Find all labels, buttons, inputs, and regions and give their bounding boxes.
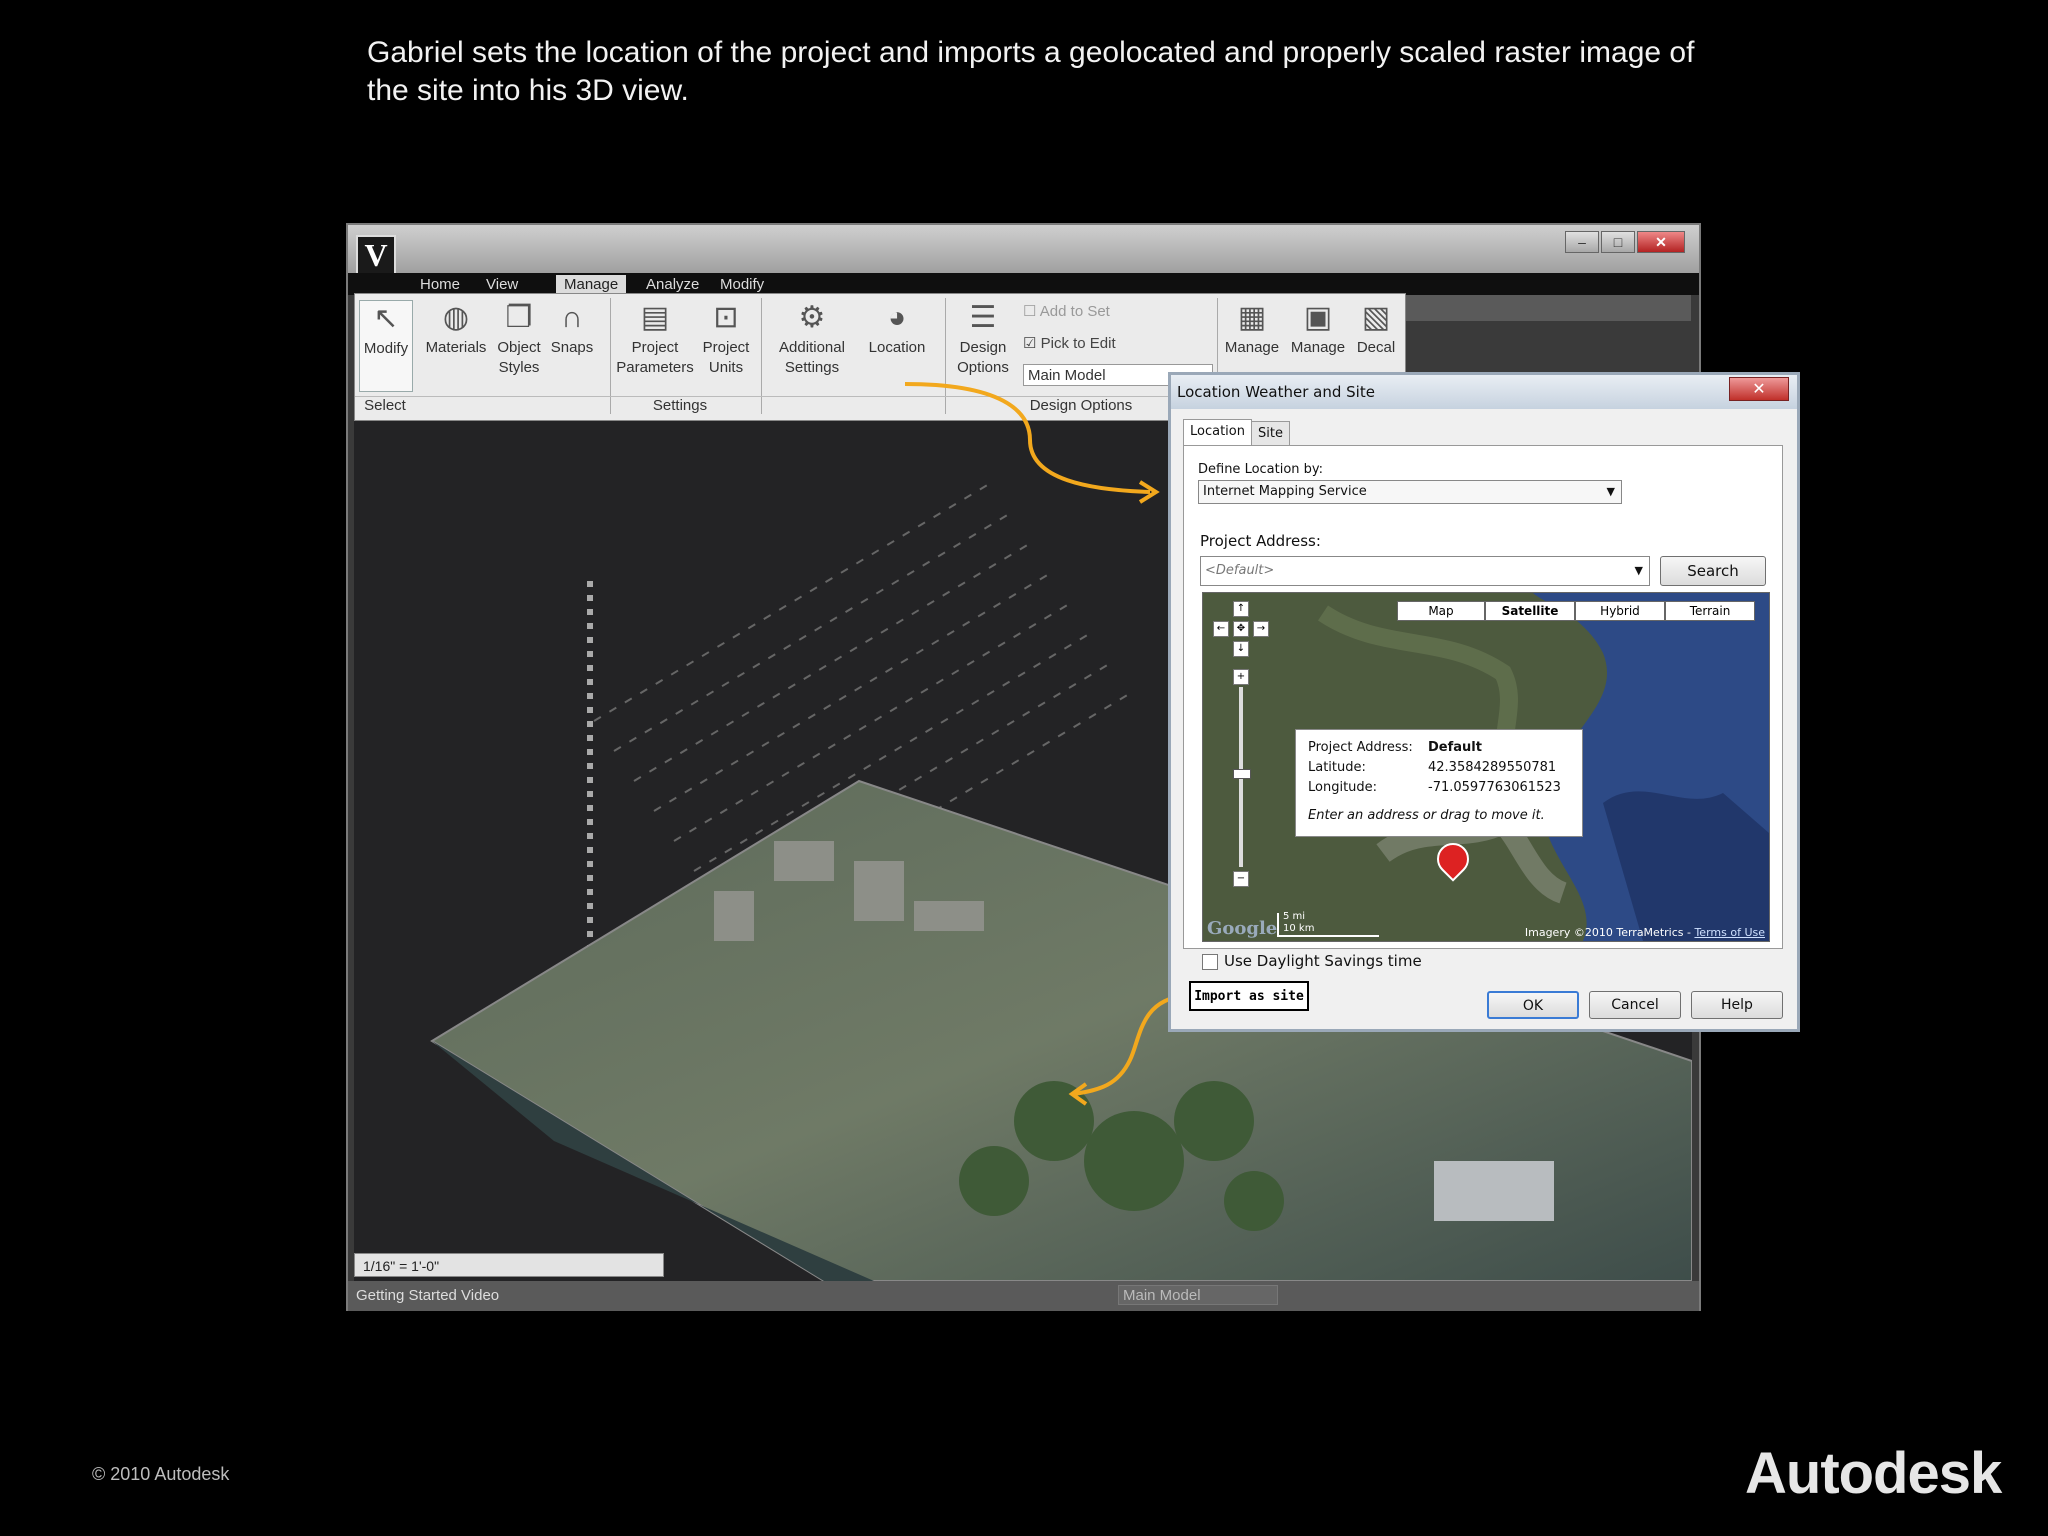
zoom-out-icon[interactable]: −: [1233, 871, 1249, 887]
daylight-savings-label: Use Daylight Savings time: [1224, 952, 1422, 970]
project-address-placeholder: <Default>: [1205, 563, 1275, 578]
define-location-select[interactable]: Internet Mapping Service ▼: [1198, 480, 1622, 504]
dialog-close-button[interactable]: ✕: [1729, 377, 1789, 401]
chevron-down-icon: ▼: [1606, 485, 1615, 498]
define-location-label: Define Location by:: [1198, 462, 1324, 477]
map-type-satellite[interactable]: Satellite: [1485, 601, 1575, 621]
zoom-slider-handle[interactable]: [1233, 769, 1251, 779]
location-panel: Define Location by: Internet Mapping Ser…: [1183, 445, 1783, 970]
location-dialog: Location Weather and Site ✕ Location Sit…: [1168, 372, 1800, 1032]
daylight-savings-checkbox[interactable]: [1202, 954, 1218, 970]
ok-button[interactable]: OK: [1487, 991, 1579, 1019]
project-info-bubble: Project Address: Default Latitude: 42.35…: [1295, 729, 1583, 837]
cancel-button[interactable]: Cancel: [1589, 991, 1681, 1019]
map-type-map[interactable]: Map: [1397, 601, 1485, 621]
info-address-label: Project Address:: [1308, 740, 1413, 755]
info-hint: Enter an address or drag to move it.: [1308, 808, 1545, 823]
pan-right-icon[interactable]: →: [1253, 621, 1269, 637]
tab-location[interactable]: Location: [1183, 419, 1252, 446]
project-address-label: Project Address:: [1200, 532, 1321, 550]
pan-left-icon[interactable]: ←: [1213, 621, 1229, 637]
map-scale-mi: 5 mi: [1283, 911, 1306, 922]
project-address-input[interactable]: <Default> ▼: [1200, 556, 1650, 586]
attribution-text: Imagery ©2010 TerraMetrics -: [1524, 926, 1695, 939]
info-longitude-value: -71.0597763061523: [1428, 780, 1561, 795]
map-type-hybrid[interactable]: Hybrid: [1575, 601, 1665, 621]
arrow-to-dialog: [904, 382, 1151, 494]
dialog-title-bar: Location Weather and Site ✕: [1171, 375, 1797, 409]
pan-up-icon[interactable]: ↑: [1233, 601, 1249, 617]
map-scale: 5 mi 10 km: [1277, 911, 1379, 937]
satellite-map[interactable]: Map Satellite Hybrid Terrain ↑ ← ✥ → ↓ +…: [1202, 592, 1770, 942]
dialog-title: Location Weather and Site: [1177, 383, 1375, 401]
google-logo: Google: [1207, 918, 1278, 939]
pan-down-icon[interactable]: ↓: [1233, 641, 1249, 657]
autodesk-logo: Autodesk: [1745, 1441, 2002, 1506]
terms-of-use-link[interactable]: Terms of Use: [1694, 926, 1765, 939]
zoom-in-icon[interactable]: +: [1233, 669, 1249, 685]
copyright-text: © 2010 Autodesk: [92, 1464, 230, 1484]
define-location-value: Internet Mapping Service: [1203, 484, 1367, 499]
search-button[interactable]: Search: [1660, 556, 1766, 586]
info-address-value: Default: [1428, 740, 1482, 755]
info-latitude-label: Latitude:: [1308, 760, 1366, 775]
tab-site[interactable]: Site: [1251, 421, 1290, 446]
info-longitude-label: Longitude:: [1308, 780, 1378, 795]
map-scale-km: 10 km: [1283, 923, 1315, 934]
pan-center-icon[interactable]: ✥: [1233, 621, 1249, 637]
help-button[interactable]: Help: [1691, 991, 1783, 1019]
chevron-down-icon: ▼: [1634, 564, 1643, 577]
map-attribution: Imagery ©2010 TerraMetrics - Terms of Us…: [1525, 926, 1765, 939]
info-latitude-value: 42.3584289550781: [1428, 760, 1557, 775]
import-as-site-button[interactable]: Import as site: [1189, 981, 1309, 1011]
map-type-terrain[interactable]: Terrain: [1665, 601, 1755, 621]
